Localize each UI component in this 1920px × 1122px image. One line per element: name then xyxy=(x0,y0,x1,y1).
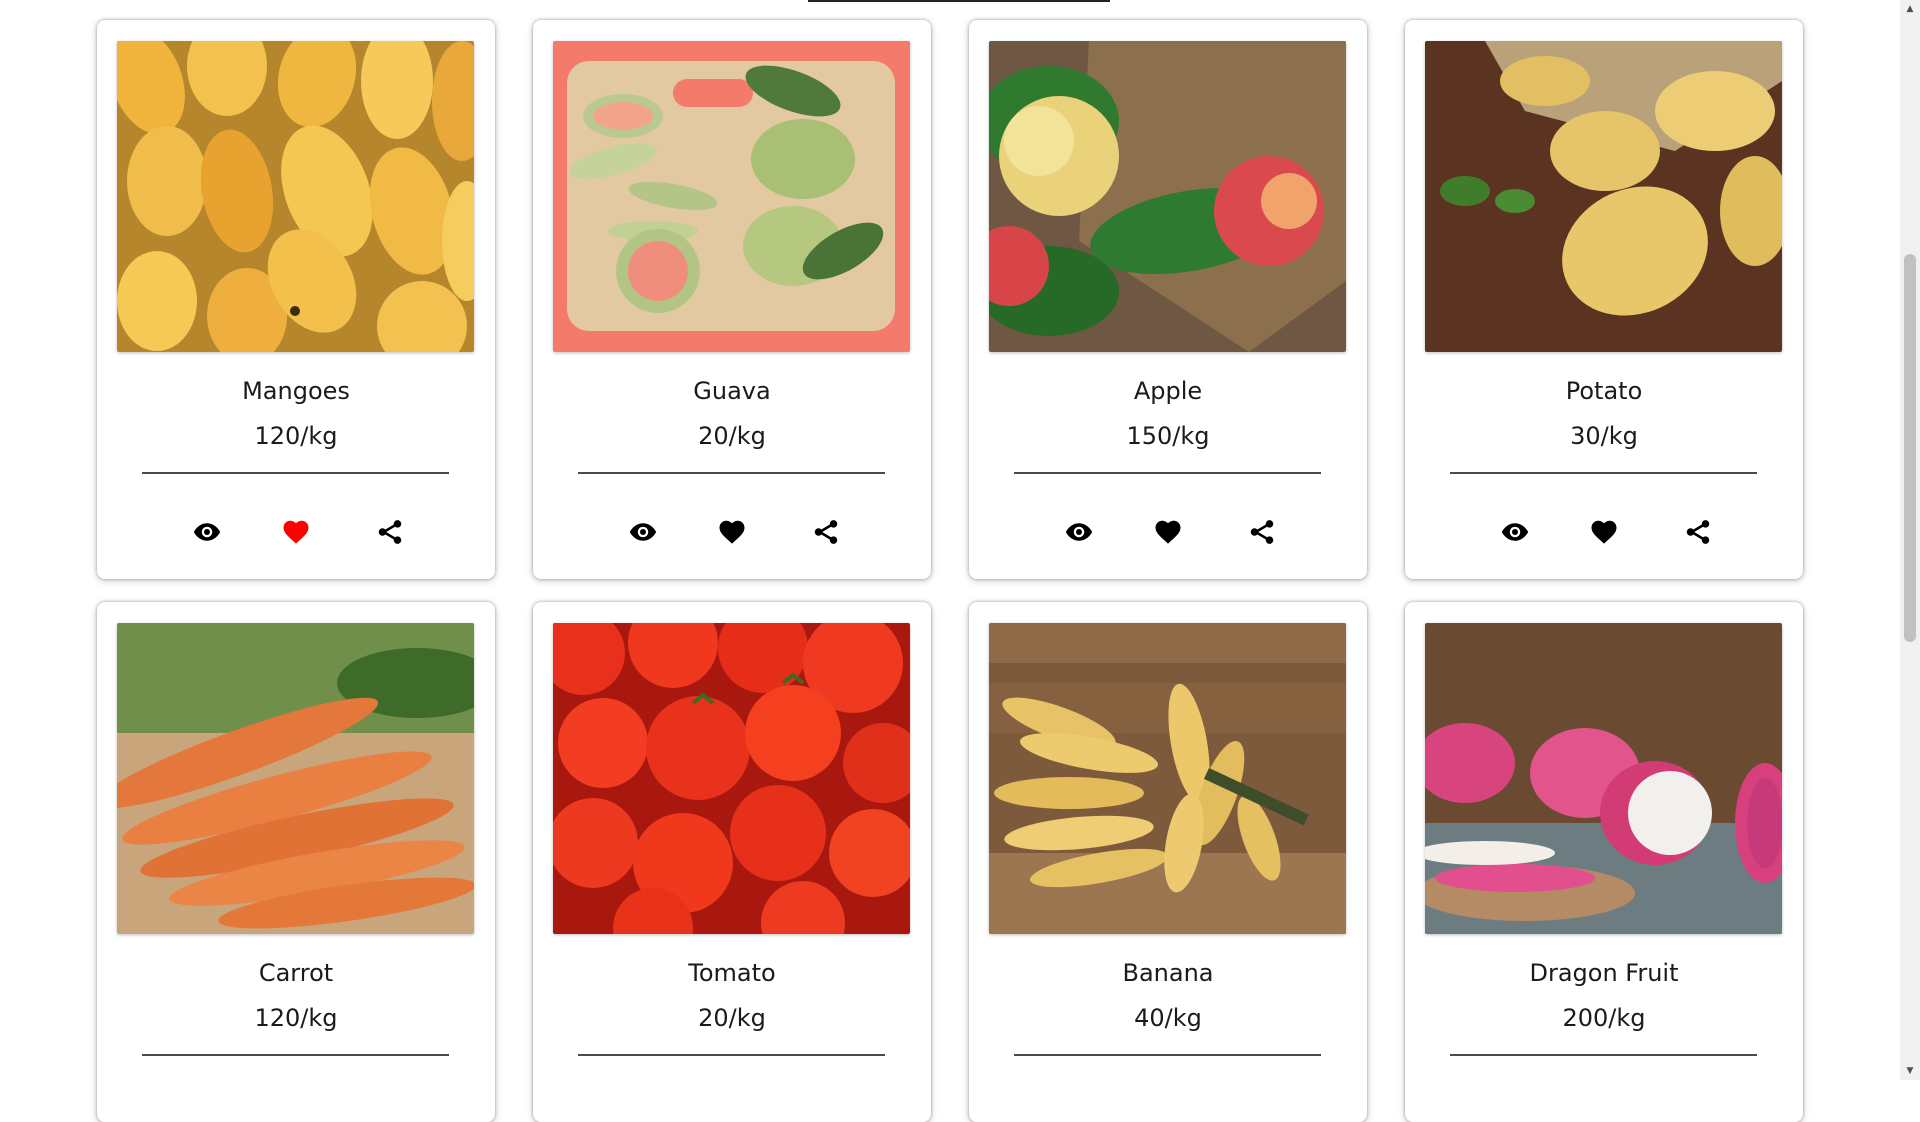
product-name: Carrot xyxy=(258,959,334,987)
view-button[interactable] xyxy=(621,508,665,556)
product-price: 20/kg xyxy=(698,422,766,450)
card-actions xyxy=(969,508,1367,556)
view-button[interactable] xyxy=(1057,508,1101,556)
card-divider xyxy=(1450,1054,1757,1056)
product-image-tomato[interactable] xyxy=(553,623,910,934)
product-price: 30/kg xyxy=(1570,422,1638,450)
product-card-mangoes: Mangoes 120/kg xyxy=(97,20,495,579)
card-actions xyxy=(1405,508,1803,556)
product-image-potato[interactable] xyxy=(1425,41,1782,352)
scroll-down-arrow[interactable]: ▼ xyxy=(1900,1062,1920,1080)
product-price: 120/kg xyxy=(254,1004,338,1032)
like-button[interactable] xyxy=(1582,508,1626,556)
card-divider xyxy=(142,1054,449,1056)
product-name: Tomato xyxy=(688,959,776,987)
product-price: 200/kg xyxy=(1562,1004,1646,1032)
product-price: 40/kg xyxy=(1134,1004,1202,1032)
product-grid: Mangoes 120/kg Guava 20/kg Apple 150/kg … xyxy=(0,0,1900,1122)
product-card-dragon-fruit: Dragon Fruit 200/kg xyxy=(1405,602,1803,1122)
scroll-up-arrow[interactable]: ▲ xyxy=(1900,0,1920,18)
product-price: 20/kg xyxy=(698,1004,766,1032)
view-button[interactable] xyxy=(1493,508,1537,556)
product-card-carrot: Carrot 120/kg xyxy=(97,602,495,1122)
share-icon xyxy=(1686,520,1710,544)
heart-icon xyxy=(719,520,745,544)
share-button[interactable] xyxy=(368,508,412,556)
card-actions xyxy=(97,508,495,556)
card-divider xyxy=(1014,1054,1321,1056)
scrollbar-thumb[interactable] xyxy=(1904,254,1916,642)
product-card-tomato: Tomato 20/kg xyxy=(533,602,931,1122)
card-divider xyxy=(142,472,449,474)
share-icon xyxy=(1250,520,1274,544)
eye-icon xyxy=(1501,523,1529,541)
product-card-apple: Apple 150/kg xyxy=(969,20,1367,579)
product-image-banana[interactable] xyxy=(989,623,1346,934)
product-price: 150/kg xyxy=(1126,422,1210,450)
card-actions xyxy=(533,508,931,556)
product-card-guava: Guava 20/kg xyxy=(533,20,931,579)
product-name: Apple xyxy=(1133,377,1203,405)
like-button[interactable] xyxy=(710,508,754,556)
share-button[interactable] xyxy=(804,508,848,556)
heart-icon xyxy=(1591,520,1617,544)
eye-icon xyxy=(193,523,221,541)
eye-icon xyxy=(1065,523,1093,541)
product-image-mangoes[interactable] xyxy=(117,41,474,352)
product-name: Guava xyxy=(693,377,771,405)
eye-icon xyxy=(629,523,657,541)
share-button[interactable] xyxy=(1240,508,1284,556)
product-card-banana: Banana 40/kg xyxy=(969,602,1367,1122)
product-price: 120/kg xyxy=(254,422,338,450)
product-name: Banana xyxy=(1122,959,1214,987)
like-button[interactable] xyxy=(274,508,318,556)
like-button[interactable] xyxy=(1146,508,1190,556)
card-divider xyxy=(578,472,885,474)
product-image-apple[interactable] xyxy=(989,41,1346,352)
heart-icon xyxy=(283,520,309,544)
vertical-scrollbar[interactable]: ▲ ▼ xyxy=(1900,0,1920,1080)
product-name: Dragon Fruit xyxy=(1529,959,1679,987)
product-name: Potato xyxy=(1565,377,1643,405)
product-card-potato: Potato 30/kg xyxy=(1405,20,1803,579)
heart-icon xyxy=(1155,520,1181,544)
product-image-carrot[interactable] xyxy=(117,623,474,934)
card-divider xyxy=(1014,472,1321,474)
share-icon xyxy=(378,520,402,544)
view-button[interactable] xyxy=(185,508,229,556)
product-image-guava[interactable] xyxy=(553,41,910,352)
card-divider xyxy=(1450,472,1757,474)
share-icon xyxy=(814,520,838,544)
product-image-dragon-fruit[interactable] xyxy=(1425,623,1782,934)
card-divider xyxy=(578,1054,885,1056)
share-button[interactable] xyxy=(1676,508,1720,556)
product-name: Mangoes xyxy=(242,377,350,405)
